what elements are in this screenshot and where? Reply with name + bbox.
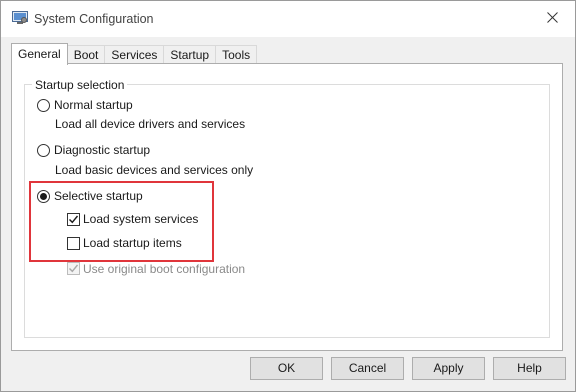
checkmark-icon <box>69 264 79 273</box>
diagnostic-startup-label[interactable]: Diagnostic startup <box>54 143 150 157</box>
system-config-icon <box>12 11 28 25</box>
system-configuration-window: System Configuration General Boot Servic… <box>0 0 576 392</box>
diagnostic-startup-description: Load basic devices and services only <box>55 163 254 177</box>
diagnostic-startup-radio[interactable] <box>37 144 50 157</box>
close-button[interactable] <box>529 1 575 37</box>
ok-button[interactable]: OK <box>250 357 323 380</box>
cancel-button[interactable]: Cancel <box>331 357 404 380</box>
use-original-boot-label: Use original boot configuration <box>83 262 246 276</box>
window-title: System Configuration <box>34 12 154 26</box>
use-original-boot-checkbox <box>67 262 80 275</box>
help-button[interactable]: Help <box>493 357 566 380</box>
tab-strip: General Boot Services Startup Tools <box>11 43 258 65</box>
tab-general[interactable]: General <box>11 43 68 65</box>
tab-tools[interactable]: Tools <box>215 45 258 65</box>
normal-startup-label[interactable]: Normal startup <box>54 98 133 112</box>
close-icon <box>546 12 558 26</box>
startup-selection-label: Startup selection <box>32 78 128 92</box>
apply-button[interactable]: Apply <box>412 357 485 380</box>
tab-startup[interactable]: Startup <box>163 45 217 65</box>
normal-startup-description: Load all device drivers and services <box>55 117 246 131</box>
title-bar: System Configuration <box>1 1 575 37</box>
tab-services[interactable]: Services <box>104 45 165 65</box>
selective-startup-highlight <box>29 181 214 262</box>
tab-boot[interactable]: Boot <box>66 45 106 65</box>
normal-startup-radio[interactable] <box>37 99 50 112</box>
